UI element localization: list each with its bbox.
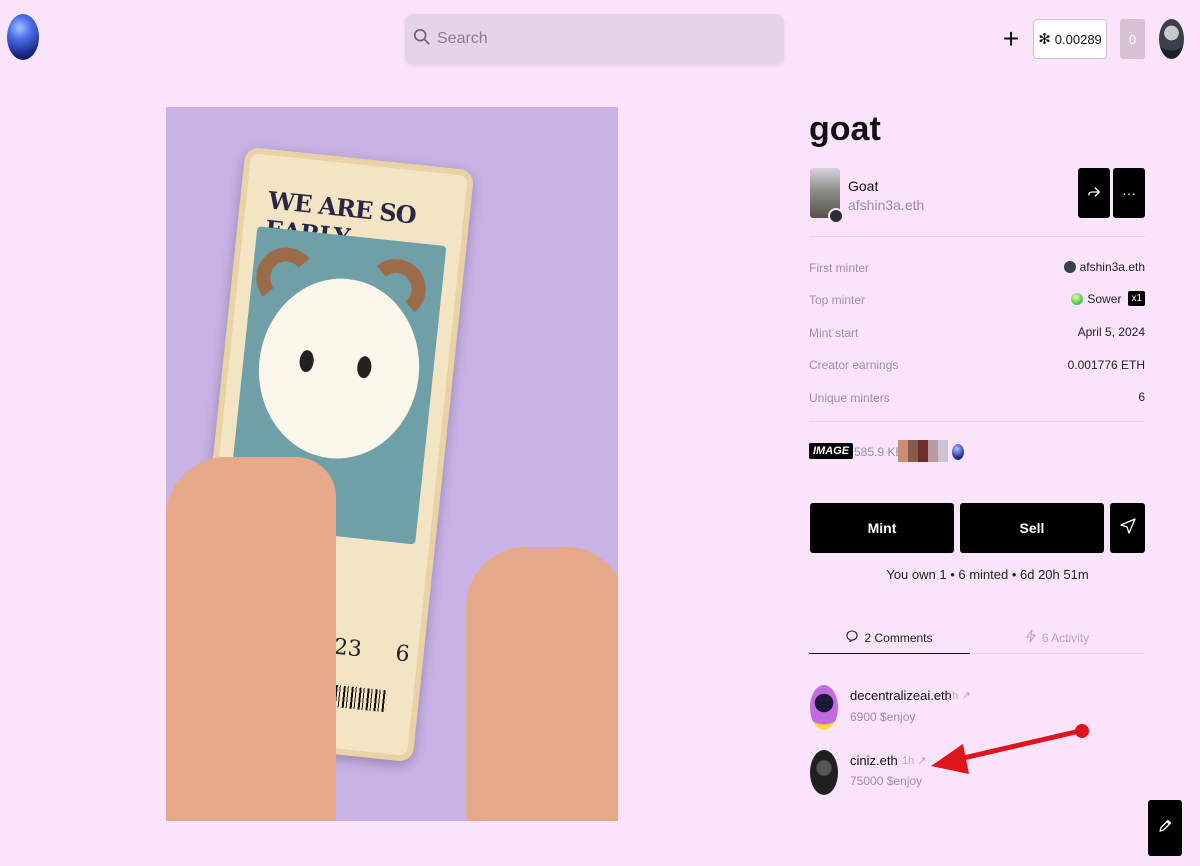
create-plus-icon[interactable]: +	[1000, 23, 1022, 54]
commenter-name[interactable]: ciniz.eth	[850, 753, 898, 768]
right-hand	[466, 547, 618, 821]
user-avatar[interactable]	[1159, 19, 1184, 59]
tab-activity[interactable]: 6 Activity	[970, 622, 1145, 654]
comment-amount: 6900 $enjoy	[850, 710, 916, 724]
creator-name[interactable]: Goat	[848, 178, 878, 194]
tab-comments-label: 2 Comments	[864, 630, 933, 645]
tab-comments[interactable]: 2 Comments	[809, 622, 970, 654]
top-minter-avatar	[1071, 292, 1084, 305]
more-options-button[interactable]: ···	[1113, 168, 1145, 218]
minter-avatar	[1063, 261, 1076, 273]
creator-mini-avatar	[828, 208, 844, 224]
divider	[809, 236, 1145, 237]
send-icon	[1119, 517, 1136, 539]
chain-orb-icon	[952, 444, 964, 460]
stat-value-mint-start: April 5, 2024	[1077, 325, 1145, 339]
media-size: 585.9 KB	[854, 445, 904, 459]
stat-label-unique-minters: Unique minters	[809, 391, 890, 405]
external-link-icon: ↗	[961, 690, 971, 702]
color-palette	[898, 440, 948, 462]
stat-label-top-minter: Top minter	[809, 293, 866, 307]
balance-button[interactable]: ✻ 0.00289	[1033, 19, 1107, 59]
divider	[809, 421, 1145, 422]
notification-badge[interactable]: 0	[1120, 19, 1145, 59]
artwork-image: WE ARE SO EARLY 15 51 23 6	[166, 107, 618, 821]
ellipsis-icon: ···	[1122, 185, 1136, 201]
commenter-avatar[interactable]	[810, 685, 838, 730]
stat-label-first-minter: First minter	[809, 261, 869, 275]
palette-swatch	[918, 440, 928, 462]
send-button[interactable]	[1110, 503, 1145, 553]
top-minter-badge: x1	[1128, 291, 1145, 306]
comment-time-value: 1h	[946, 690, 959, 702]
balance-value: 0.00289	[1054, 31, 1102, 47]
stat-value-unique-minters: 6	[1138, 390, 1145, 404]
comment-time[interactable]: 1h ↗	[946, 689, 971, 702]
comment-time[interactable]: 1h ↗	[902, 754, 927, 767]
creator-thumbnail[interactable]	[810, 168, 844, 224]
lightning-icon	[1025, 629, 1036, 646]
comment-icon	[846, 630, 859, 645]
app-logo[interactable]	[7, 14, 39, 60]
ownership-info: You own 1 • 6 minted • 6d 20h 51m	[886, 567, 1089, 582]
mint-button[interactable]: Mint	[810, 503, 954, 553]
media-type-tag: IMAGE	[809, 443, 854, 459]
comment-amount: 75000 $enjoy	[850, 774, 923, 788]
pencil-icon	[1157, 818, 1173, 839]
edit-button[interactable]	[1148, 800, 1182, 856]
sell-button[interactable]: Sell	[960, 503, 1104, 553]
card-number: 6	[394, 641, 411, 668]
token-title: goat	[809, 110, 881, 148]
top-minter-name: Sower	[1087, 291, 1122, 306]
first-minter-name: afshin3a.eth	[1079, 260, 1145, 274]
stat-label-mint-start: Mint start	[809, 326, 859, 340]
notification-count: 0	[1128, 31, 1137, 47]
snowflake-icon: ✻	[1038, 31, 1051, 48]
stat-value-creator-earnings: 0.001776 ETH	[1067, 358, 1145, 372]
left-hand	[166, 457, 336, 821]
commenter-avatar[interactable]	[810, 750, 838, 795]
search-bar[interactable]	[405, 14, 784, 64]
palette-swatch	[928, 440, 938, 462]
search-input[interactable]	[437, 30, 757, 48]
tab-activity-label: 6 Activity	[1041, 630, 1090, 645]
commenter-name[interactable]: decentralizeai.eth	[850, 688, 952, 703]
share-icon	[1087, 185, 1101, 202]
comment-time-value: 1h	[902, 755, 915, 767]
palette-swatch	[908, 440, 918, 462]
card-number: 23	[332, 634, 364, 663]
stat-value-first-minter[interactable]: afshin3a.eth	[1063, 260, 1145, 274]
stat-label-creator-earnings: Creator earnings	[809, 358, 899, 372]
creator-handle[interactable]: afshin3a.eth	[848, 197, 924, 213]
share-button[interactable]	[1078, 168, 1110, 218]
search-icon	[413, 28, 431, 51]
palette-swatch	[898, 440, 908, 462]
annotation-arrow	[931, 724, 1089, 774]
stat-value-top-minter[interactable]: Sower x1	[1071, 291, 1145, 306]
palette-swatch	[938, 440, 948, 462]
